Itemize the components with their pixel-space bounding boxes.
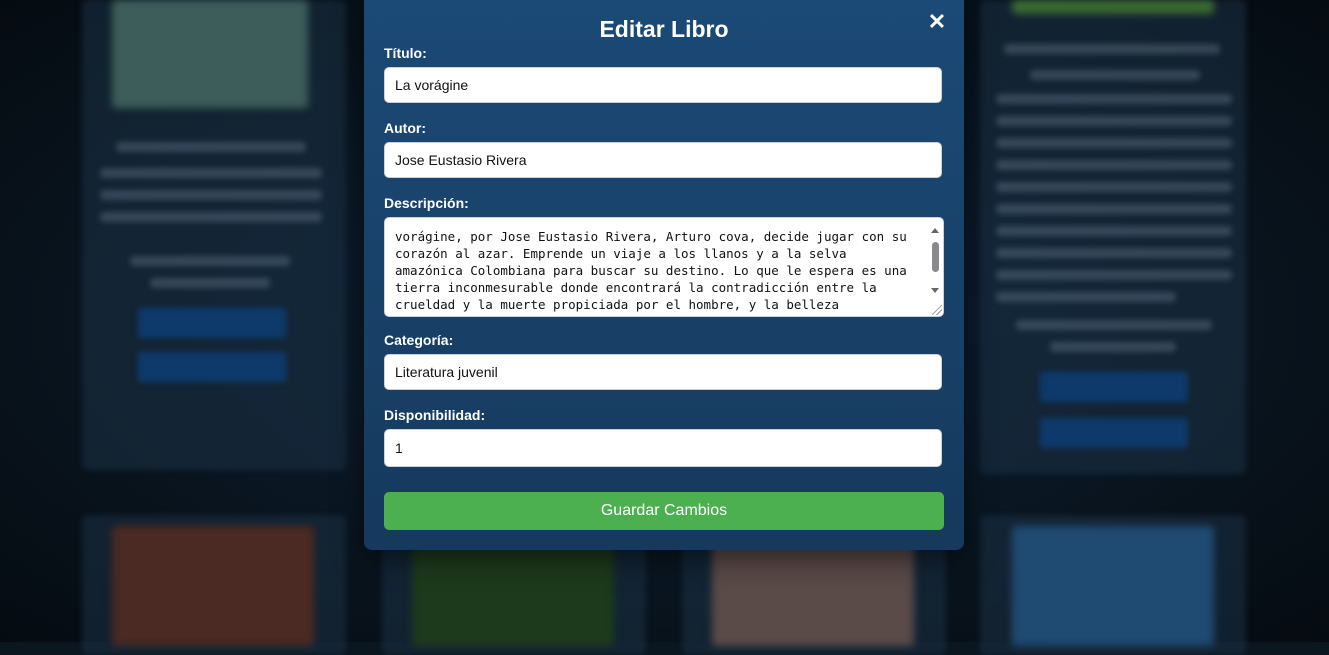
- titulo-label: Título:: [384, 45, 427, 61]
- categoria-input[interactable]: [384, 354, 942, 390]
- background-text-line: [996, 226, 1232, 236]
- background-text-line: [996, 204, 1232, 214]
- background-text-line: [996, 94, 1232, 104]
- background-book-cover: [112, 526, 314, 646]
- disponibilidad-label: Disponibilidad:: [384, 407, 485, 423]
- background-button: [1040, 418, 1188, 448]
- background-button: [1040, 372, 1188, 402]
- textarea-scrollbar[interactable]: [929, 222, 941, 312]
- edit-book-modal: Editar Libro ✕ Título: Autor: Descripció…: [364, 0, 964, 550]
- background-button: [138, 352, 286, 382]
- background-text-line: [996, 160, 1232, 170]
- background-text-line: [100, 168, 322, 178]
- descripcion-textarea[interactable]: vorágine, por Jose Eustasio Rivera, Artu…: [384, 217, 944, 317]
- titulo-input[interactable]: [384, 67, 942, 103]
- scroll-thumb[interactable]: [932, 242, 939, 272]
- background-text-line: [1030, 70, 1200, 80]
- background-text-line: [150, 278, 270, 288]
- descripcion-text: vorágine, por Jose Eustasio Rivera, Artu…: [395, 229, 907, 312]
- background-text-line: [996, 248, 1232, 258]
- background-book-cover: [1012, 526, 1214, 646]
- modal-title: Editar Libro: [364, 16, 964, 43]
- background-book-cover: [112, 0, 308, 108]
- background-text-line: [1050, 342, 1176, 352]
- background-text-line: [996, 138, 1232, 148]
- resize-grip-icon[interactable]: [932, 305, 942, 315]
- categoria-label: Categoría:: [384, 332, 453, 348]
- close-icon[interactable]: ✕: [926, 10, 948, 34]
- scroll-up-icon[interactable]: [931, 228, 939, 233]
- autor-input[interactable]: [384, 142, 942, 178]
- background-text-line: [996, 292, 1176, 302]
- save-changes-button[interactable]: Guardar Cambios: [384, 492, 944, 530]
- background-button: [138, 308, 286, 338]
- background-text-line: [996, 116, 1232, 126]
- background-text-line: [100, 212, 322, 222]
- background-text-line: [996, 182, 1232, 192]
- background-text-line: [1016, 320, 1212, 330]
- descripcion-label: Descripción:: [384, 195, 469, 211]
- background-book-cover: [1012, 0, 1214, 14]
- background-text-line: [1004, 44, 1220, 54]
- autor-label: Autor:: [384, 120, 426, 136]
- scroll-down-icon[interactable]: [931, 288, 939, 293]
- background-text-line: [100, 190, 322, 200]
- disponibilidad-input[interactable]: [384, 429, 942, 467]
- background-text-line: [130, 256, 290, 266]
- background-text-line: [116, 142, 306, 152]
- background-text-line: [996, 270, 1232, 280]
